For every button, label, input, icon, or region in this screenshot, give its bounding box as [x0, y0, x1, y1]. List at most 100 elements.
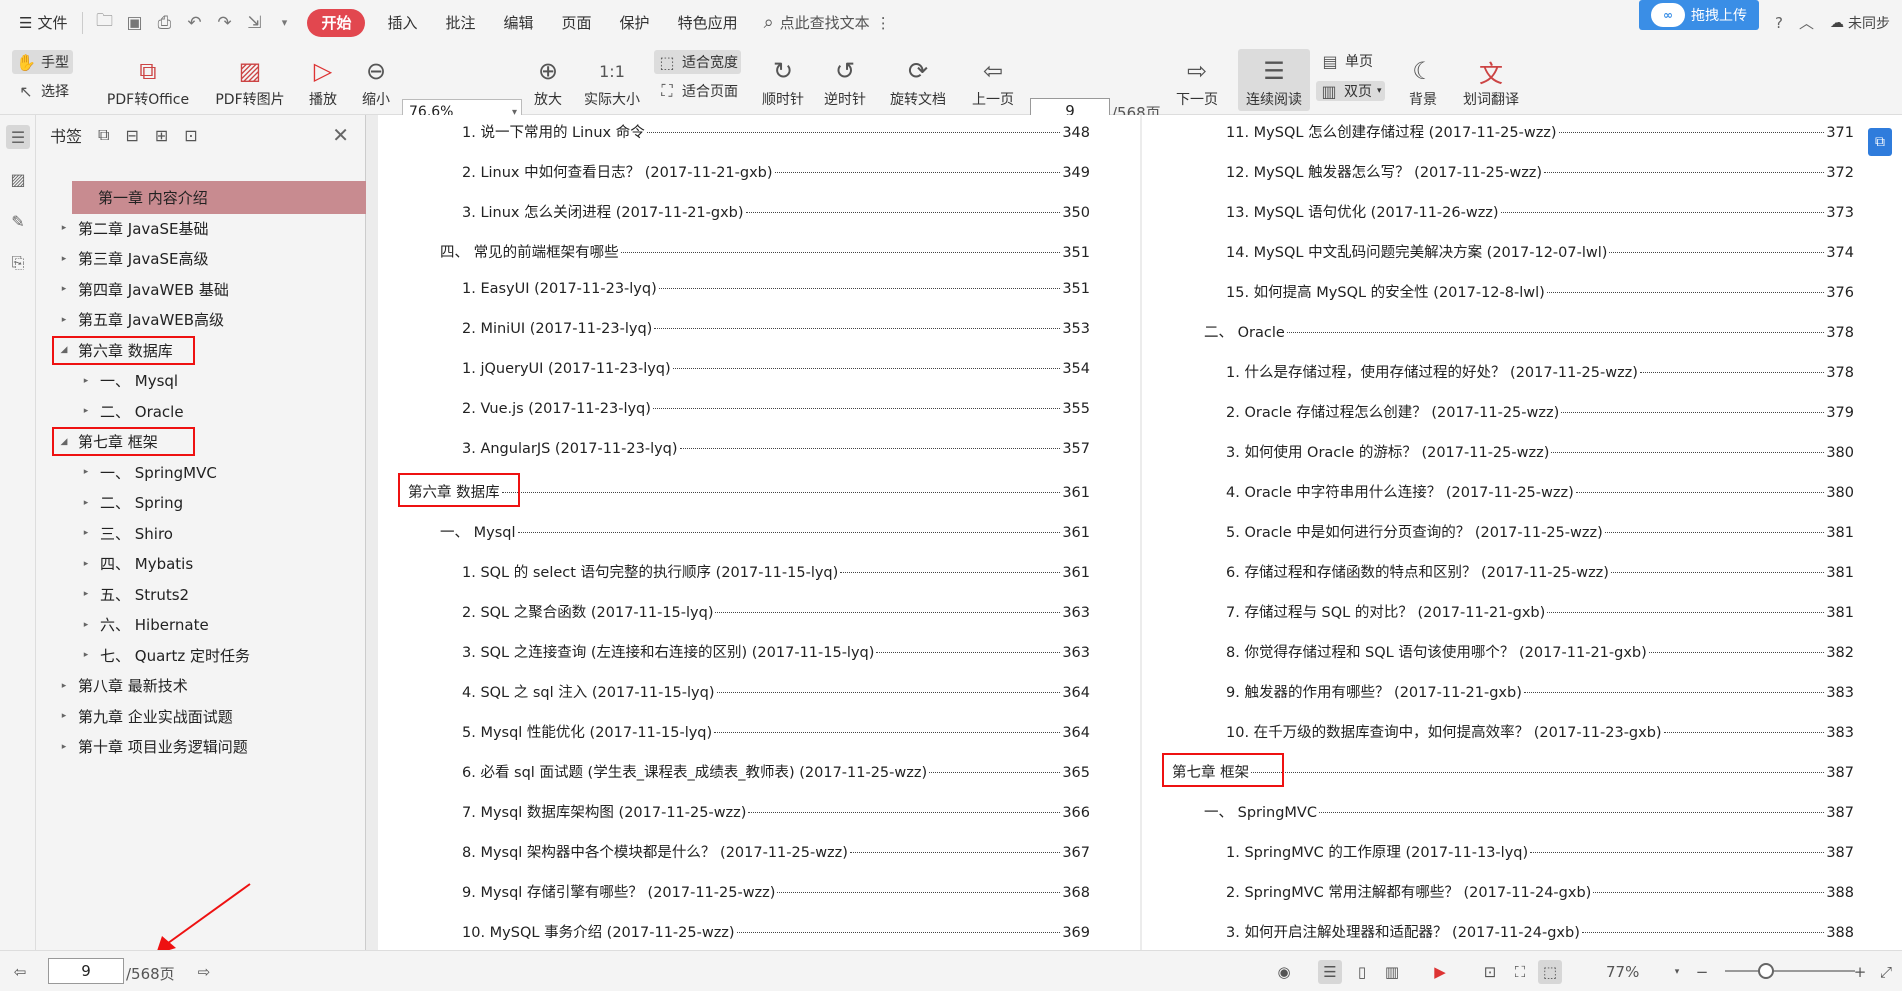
expand-arrow-icon[interactable]: ▸: [58, 254, 70, 264]
file-menu[interactable]: ☰ 文件: [10, 0, 76, 45]
tab-start[interactable]: 开始: [307, 8, 366, 37]
toc-entry[interactable]: 1. SQL 的 select 语句完整的执行顺序 (2017-11-15-ly…: [462, 561, 1090, 582]
bookmark-item[interactable]: ▸ 二、 Spring: [80, 486, 183, 519]
expand-arrow-icon[interactable]: ▸: [58, 223, 70, 233]
tab-special[interactable]: 特色应用: [664, 0, 752, 45]
toc-entry[interactable]: 15. 如何提高 MySQL 的安全性 (2017-12-8-lwl) 376: [1226, 281, 1854, 302]
toc-entry[interactable]: 6. 存储过程和存储函数的特点和区别？ (2017-11-25-wzz) 381: [1226, 561, 1854, 582]
toc-entry[interactable]: 1. jQueryUI (2017-11-23-lyq) 354: [462, 361, 1090, 377]
tab-edit[interactable]: 编辑: [490, 0, 548, 45]
bookmark-item[interactable]: ▸ 第十章 项目业务逻辑问题: [58, 730, 248, 763]
bookmark-collapse-icon[interactable]: ⊡: [184, 126, 197, 145]
continuous-view-icon[interactable]: ☰: [1318, 960, 1342, 984]
toc-entry[interactable]: 11. MySQL 怎么创建存储过程 (2017-11-25-wzz) 371: [1226, 121, 1854, 142]
redo-icon[interactable]: ↷: [213, 12, 235, 34]
play-button[interactable]: ▷ 播放: [303, 51, 343, 109]
toc-entry[interactable]: 1. EasyUI (2017-11-23-lyq) 351: [462, 281, 1090, 297]
toc-entry[interactable]: 5. Oracle 中是如何进行分页查询的？ (2017-11-25-wzz) 3…: [1226, 521, 1854, 542]
thumbnail-icon[interactable]: ▨: [6, 167, 30, 191]
dropdown-icon[interactable]: ▾: [273, 12, 295, 34]
bookmark-item[interactable]: ▸ 第九章 企业实战面试题: [58, 700, 233, 733]
bookmark-item[interactable]: ▸ 一、 SpringMVC: [80, 456, 217, 489]
zoom-slider-handle[interactable]: [1758, 963, 1774, 979]
toc-entry[interactable]: 2. SpringMVC 常用注解都有哪些？ (2017-11-24-gxb) 3…: [1226, 881, 1854, 902]
rotate-ccw-button[interactable]: ↺ 逆时针: [820, 51, 870, 109]
bookmark-item[interactable]: ▸ 第八章 最新技术: [58, 669, 188, 702]
help-icon[interactable]: ?: [1775, 14, 1783, 32]
chevron-down-icon[interactable]: ▾: [1665, 960, 1689, 984]
bookmark-item[interactable]: ▸ 七、 Quartz 定时任务: [80, 639, 250, 672]
toc-entry[interactable]: 10. 在千万级的数据库查询中，如何提高效率？ (2017-11-23-gxb)…: [1226, 721, 1854, 742]
tab-protect[interactable]: 保护: [606, 0, 664, 45]
bookmark-delete-icon[interactable]: ⊟: [125, 126, 138, 145]
sync-status[interactable]: ☁ 未同步: [1830, 13, 1890, 33]
toc-entry[interactable]: 6. 必看 sql 面试题 (学生表_课程表_成绩表_教师表) (2017-11…: [462, 761, 1090, 782]
toc-entry[interactable]: 3. Linux 怎么关闭进程 (2017-11-21-gxb) 350: [462, 201, 1090, 222]
fit-width-button[interactable]: ⬚ 适合宽度: [654, 50, 741, 74]
toc-entry[interactable]: 7. Mysql 数据库架构图 (2017-11-25-wzz) 366: [462, 801, 1090, 822]
expand-arrow-icon[interactable]: ▸: [80, 376, 92, 386]
close-icon[interactable]: ✕: [332, 123, 349, 147]
arrow-left-icon[interactable]: ⇦: [8, 960, 32, 984]
toc-entry[interactable]: 四、 常见的前端框架有哪些 351: [440, 241, 1090, 262]
toc-entry[interactable]: 4. Oracle 中字符串用什么连接？ (2017-11-25-wzz) 380: [1226, 481, 1854, 502]
toc-entry[interactable]: 2. MiniUI (2017-11-23-lyq) 353: [462, 321, 1090, 337]
export-icon[interactable]: ⇲: [243, 12, 265, 34]
open-folder-icon[interactable]: 🗀: [93, 11, 115, 34]
toc-entry[interactable]: 10. MySQL 事务介绍 (2017-11-25-wzz) 369: [462, 921, 1090, 942]
bookmark-item[interactable]: ▸ 六、 Hibernate: [80, 608, 209, 641]
toc-entry[interactable]: 5. Mysql 性能优化 (2017-11-15-lyq) 364: [462, 721, 1090, 742]
hand-tool[interactable]: ✋ 手型: [12, 50, 73, 74]
more-icon[interactable]: ⋮: [876, 14, 891, 32]
fullscreen-icon[interactable]: ⤢: [1874, 960, 1898, 984]
fit-page-icon[interactable]: ⛶: [1508, 960, 1532, 984]
toc-entry[interactable]: 2. Vue.js (2017-11-23-lyq) 355: [462, 401, 1090, 417]
zoom-slider[interactable]: [1725, 970, 1855, 972]
actual-size-icon[interactable]: ⊡: [1478, 960, 1502, 984]
single-page-button[interactable]: ▤ 单页: [1320, 51, 1373, 71]
expand-arrow-icon[interactable]: ▸: [80, 467, 92, 477]
actual-size-button[interactable]: 1:1 实际大小: [578, 51, 646, 109]
toc-entry[interactable]: 1. 什么是存储过程，使用存储过程的好处？ (2017-11-25-wzz) 37…: [1226, 361, 1854, 382]
bookmark-item[interactable]: ▸ 五、 Struts2: [80, 578, 189, 611]
rotate-doc-button[interactable]: ⟳ 旋转文档: [884, 51, 952, 109]
toc-entry[interactable]: 12. MySQL 触发器怎么写？ (2017-11-25-wzz) 372: [1226, 161, 1854, 182]
expand-arrow-icon[interactable]: ▸: [80, 589, 92, 599]
save-icon[interactable]: ▣: [123, 12, 145, 34]
toc-entry[interactable]: 3. 如何使用 Oracle 的游标？ (2017-11-25-wzz) 380: [1226, 441, 1854, 462]
bookmark-item[interactable]: ▸ 二、 Oracle: [80, 395, 184, 428]
arrow-right-icon[interactable]: ⇨: [192, 960, 216, 984]
expand-arrow-icon[interactable]: ▸: [58, 681, 70, 691]
expand-arrow-icon[interactable]: ▸: [58, 742, 70, 752]
toc-entry[interactable]: 2. SQL 之聚合函数 (2017-11-15-lyq) 363: [462, 601, 1090, 622]
bookmark-panel-icon[interactable]: ☰: [6, 125, 30, 149]
continuous-read-button[interactable]: ☰ 连续阅读: [1238, 49, 1310, 111]
plus-icon[interactable]: +: [1848, 960, 1872, 984]
toc-entry[interactable]: 2. Linux 中如何查看日志？ (2017-11-21-gxb) 349: [462, 161, 1090, 182]
toc-entry[interactable]: 2. Oracle 存储过程怎么创建？ (2017-11-25-wzz) 379: [1226, 401, 1854, 422]
bookmark-item[interactable]: ▸ 一、 Mysql: [80, 364, 178, 397]
double-page-button[interactable]: ▥ 双页 ▾: [1316, 81, 1385, 101]
play-icon[interactable]: ▶: [1428, 960, 1452, 984]
minus-icon[interactable]: −: [1690, 960, 1714, 984]
eye-icon[interactable]: ◉: [1272, 960, 1296, 984]
rotate-cw-button[interactable]: ↻ 顺时针: [758, 51, 808, 109]
prev-page-button[interactable]: ⇦ 上一页: [968, 51, 1018, 109]
bookmark-item[interactable]: 第一章 内容介绍: [72, 181, 366, 214]
float-tool-icon[interactable]: ⧉: [1868, 128, 1892, 156]
toc-entry[interactable]: 1. 说一下常用的 Linux 命令 348: [462, 121, 1090, 142]
toc-entry[interactable]: 13. MySQL 语句优化 (2017-11-26-wzz) 373: [1226, 201, 1854, 222]
expand-arrow-icon[interactable]: ▸: [58, 315, 70, 325]
search-box[interactable]: ⌕ 点此查找文本 ⋮: [764, 12, 891, 33]
tab-comment[interactable]: 批注: [432, 0, 490, 45]
zoom-in-button[interactable]: ⊕ 放大: [528, 51, 568, 109]
toc-entry[interactable]: 8. 你觉得存储过程和 SQL 语句该使用哪个？ (2017-11-21-gxb…: [1226, 641, 1854, 662]
translate-button[interactable]: 文划词翻译: [1458, 51, 1524, 109]
select-tool[interactable]: ↖ 选择: [16, 81, 69, 101]
bookmark-item[interactable]: ▸ 第五章 JavaWEB高级: [58, 303, 224, 336]
status-page-input[interactable]: 9: [48, 958, 124, 984]
toc-entry[interactable]: 9. 触发器的作用有哪些？ (2017-11-21-gxb) 383: [1226, 681, 1854, 702]
undo-icon[interactable]: ↶: [183, 12, 205, 34]
bookmark-add-icon[interactable]: ⧉: [98, 125, 109, 145]
fit-page-button[interactable]: ⛶ 适合页面: [657, 81, 738, 101]
